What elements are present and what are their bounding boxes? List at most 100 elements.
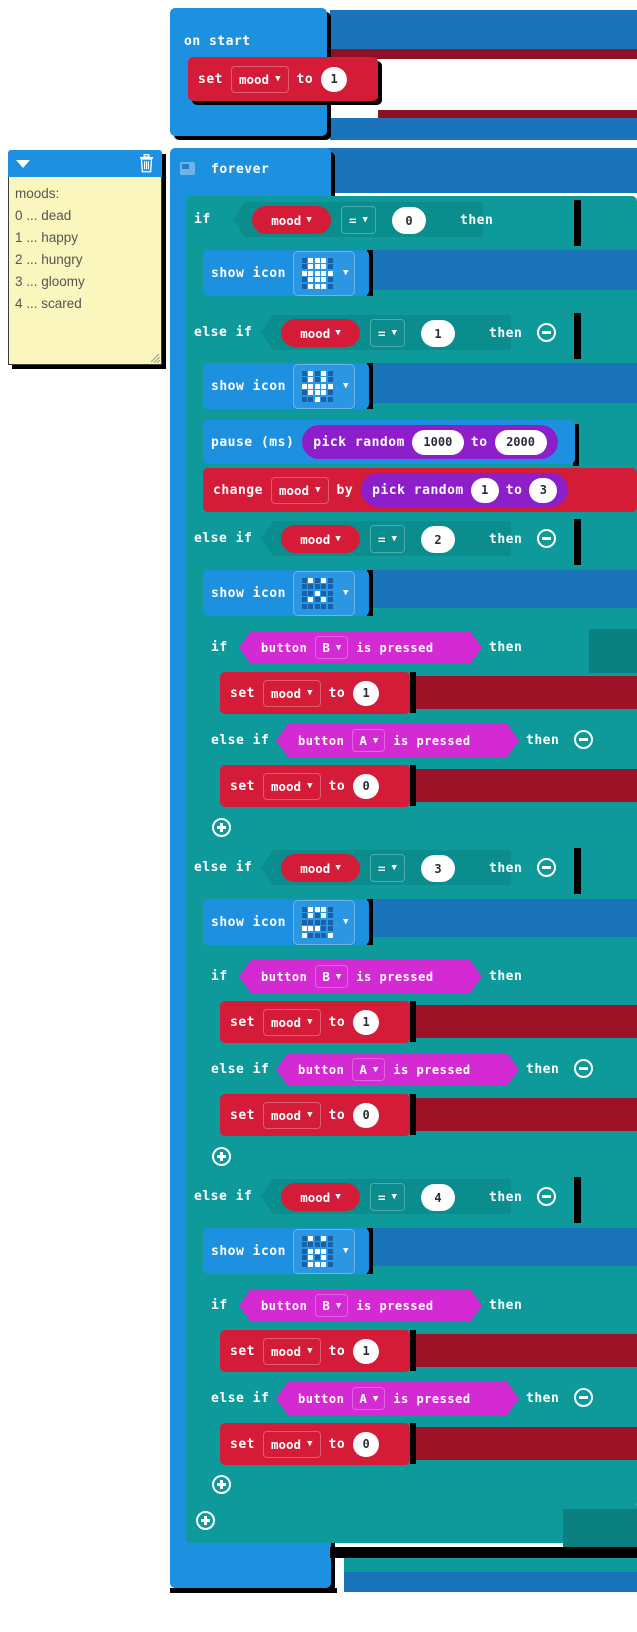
set-label: set bbox=[198, 71, 223, 87]
variable-reporter[interactable]: mood ▼ bbox=[281, 525, 360, 553]
plus-circle-icon[interactable] bbox=[212, 1147, 231, 1166]
value-field[interactable]: 1 bbox=[321, 66, 348, 92]
button-pressed-predicate[interactable]: button A ▼ is pressed bbox=[276, 1382, 519, 1415]
variable-reporter[interactable]: mood ▼ bbox=[281, 319, 360, 347]
nested-if-footer[interactable] bbox=[203, 811, 589, 848]
pick-random-reporter[interactable]: pick random 1000 to 2000 bbox=[302, 425, 558, 459]
show-icon-block[interactable]: show icon ▼ bbox=[203, 1228, 369, 1274]
plus-circle-icon[interactable] bbox=[212, 1475, 231, 1494]
show-icon-block[interactable]: show icon ▼ bbox=[203, 570, 369, 616]
set-label: set bbox=[230, 1436, 255, 1452]
variable-reporter[interactable]: mood ▼ bbox=[281, 854, 360, 882]
variable-dropdown[interactable]: mood ▼ bbox=[262, 679, 321, 707]
show-icon-block[interactable]: show icon ▼ bbox=[203, 363, 369, 409]
operator-dropdown[interactable]: = ▼ bbox=[370, 1183, 405, 1211]
variable-dropdown[interactable]: mood ▼ bbox=[262, 772, 321, 800]
operator-dropdown[interactable]: = ▼ bbox=[370, 525, 405, 553]
blocks-workspace[interactable]: on start set mood ▼ to 1 moods: 0 ... de… bbox=[0, 0, 637, 1632]
set-mood-block[interactable]: set mood ▼ to 0 bbox=[220, 1094, 410, 1136]
value-field[interactable]: 1 bbox=[353, 1009, 380, 1035]
value-field[interactable]: 0 bbox=[353, 773, 380, 799]
value-field[interactable]: 1 bbox=[353, 680, 380, 706]
to-label: to bbox=[328, 778, 346, 794]
comment-note[interactable]: moods: 0 ... dead 1 ... happy 2 ... hung… bbox=[8, 150, 166, 369]
button-pressed-predicate[interactable]: button A ▼ is pressed bbox=[276, 724, 519, 757]
comment-header[interactable] bbox=[8, 150, 162, 177]
compare-value[interactable]: 1 bbox=[421, 320, 455, 347]
remove-branch-icon[interactable] bbox=[537, 1187, 556, 1206]
icon-dropdown[interactable]: ▼ bbox=[292, 570, 356, 616]
else-if-label: else if bbox=[194, 1189, 253, 1204]
variable-name: mood bbox=[300, 1189, 331, 1205]
set-mood-block[interactable]: set mood ▼ to 1 bbox=[220, 672, 410, 714]
min-field[interactable]: 1000 bbox=[411, 429, 464, 455]
set-mood-block-start[interactable]: set mood ▼ to 1 bbox=[188, 57, 378, 101]
button-pressed-predicate[interactable]: button B ▼ is pressed bbox=[239, 631, 482, 664]
resize-handle[interactable] bbox=[151, 354, 160, 363]
button-dropdown[interactable]: B ▼ bbox=[315, 636, 348, 659]
remove-branch-icon[interactable] bbox=[574, 1388, 593, 1407]
operator-dropdown[interactable]: = ▼ bbox=[370, 854, 405, 882]
variable-dropdown[interactable]: mood ▼ bbox=[270, 476, 329, 504]
remove-branch-icon[interactable] bbox=[537, 529, 556, 548]
show-icon-block[interactable]: show icon ▼ bbox=[203, 899, 369, 945]
button-dropdown[interactable]: A ▼ bbox=[352, 1058, 385, 1081]
operator-dropdown[interactable]: = ▼ bbox=[370, 319, 405, 347]
operator-dropdown[interactable]: = ▼ bbox=[341, 206, 376, 234]
max-field[interactable]: 3 bbox=[529, 477, 558, 503]
value-field[interactable]: 1 bbox=[353, 1338, 380, 1364]
set-mood-block[interactable]: set mood ▼ to 0 bbox=[220, 1423, 410, 1465]
remove-branch-icon[interactable] bbox=[574, 730, 593, 749]
compare-value[interactable]: 2 bbox=[421, 526, 455, 553]
chevron-down-icon[interactable] bbox=[16, 160, 30, 168]
icon-dropdown[interactable]: ▼ bbox=[292, 250, 356, 296]
set-mood-block[interactable]: set mood ▼ to 1 bbox=[220, 1330, 410, 1372]
compare-value[interactable]: 0 bbox=[392, 207, 426, 234]
variable-dropdown[interactable]: mood ▼ bbox=[262, 1008, 321, 1036]
button-dropdown[interactable]: A ▼ bbox=[352, 1387, 385, 1410]
value-field[interactable]: 0 bbox=[353, 1102, 380, 1128]
min-field[interactable]: 1 bbox=[470, 477, 499, 503]
max-field[interactable]: 2000 bbox=[494, 429, 547, 455]
set-mood-block[interactable]: set mood ▼ to 1 bbox=[220, 1001, 410, 1043]
variable-name: mood bbox=[300, 531, 331, 547]
remove-branch-icon[interactable] bbox=[537, 858, 556, 877]
variable-name: mood bbox=[270, 685, 302, 701]
change-variable-block[interactable]: change mood ▼ by pick random 1 to 3 bbox=[203, 468, 637, 512]
remove-branch-icon[interactable] bbox=[574, 1059, 593, 1078]
comment-icon[interactable] bbox=[180, 162, 195, 175]
button-dropdown[interactable]: B ▼ bbox=[315, 965, 348, 988]
pause-block[interactable]: pause (ms) pick random 1000 to 2000 bbox=[203, 420, 575, 464]
remove-branch-icon[interactable] bbox=[537, 323, 556, 342]
plus-circle-icon[interactable] bbox=[196, 1511, 215, 1530]
trash-icon[interactable] bbox=[139, 154, 154, 173]
set-mood-block[interactable]: set mood ▼ to 0 bbox=[220, 765, 410, 807]
variable-reporter[interactable]: mood ▼ bbox=[281, 1183, 360, 1211]
variable-dropdown[interactable]: mood ▼ bbox=[262, 1101, 321, 1129]
button-pressed-predicate[interactable]: button B ▼ is pressed bbox=[239, 1289, 482, 1322]
pick-random-reporter[interactable]: pick random 1 to 3 bbox=[361, 473, 569, 507]
button-pressed-predicate[interactable]: button A ▼ is pressed bbox=[276, 1053, 519, 1086]
comment-body[interactable]: moods: 0 ... dead 1 ... happy 2 ... hung… bbox=[8, 177, 162, 365]
button-pressed-predicate[interactable]: button B ▼ is pressed bbox=[239, 960, 482, 993]
variable-dropdown[interactable]: mood ▼ bbox=[262, 1430, 321, 1458]
button-dropdown[interactable]: A ▼ bbox=[352, 729, 385, 752]
button-dropdown[interactable]: B ▼ bbox=[315, 1294, 348, 1317]
plus-circle-icon[interactable] bbox=[212, 818, 231, 837]
icon-dropdown[interactable]: ▼ bbox=[292, 1228, 356, 1274]
variable-reporter[interactable]: mood ▼ bbox=[252, 206, 331, 234]
variable-dropdown[interactable]: mood ▼ bbox=[230, 65, 289, 93]
icon-dropdown[interactable]: ▼ bbox=[292, 363, 356, 409]
show-icon-block[interactable]: show icon ▼ bbox=[203, 250, 369, 296]
set-trail bbox=[413, 1427, 637, 1460]
value-field[interactable]: 0 bbox=[353, 1431, 380, 1457]
variable-dropdown[interactable]: mood ▼ bbox=[262, 1337, 321, 1365]
compare-value[interactable]: 4 bbox=[421, 1184, 455, 1211]
compare-value[interactable]: 3 bbox=[421, 855, 455, 882]
showicon-trail bbox=[370, 363, 637, 403]
nested-if-footer[interactable] bbox=[203, 1469, 589, 1505]
icon-dropdown[interactable]: ▼ bbox=[292, 899, 356, 945]
branch-shadow bbox=[574, 519, 581, 565]
nested-if-footer[interactable] bbox=[203, 1140, 589, 1177]
showicon-trail bbox=[370, 250, 637, 290]
